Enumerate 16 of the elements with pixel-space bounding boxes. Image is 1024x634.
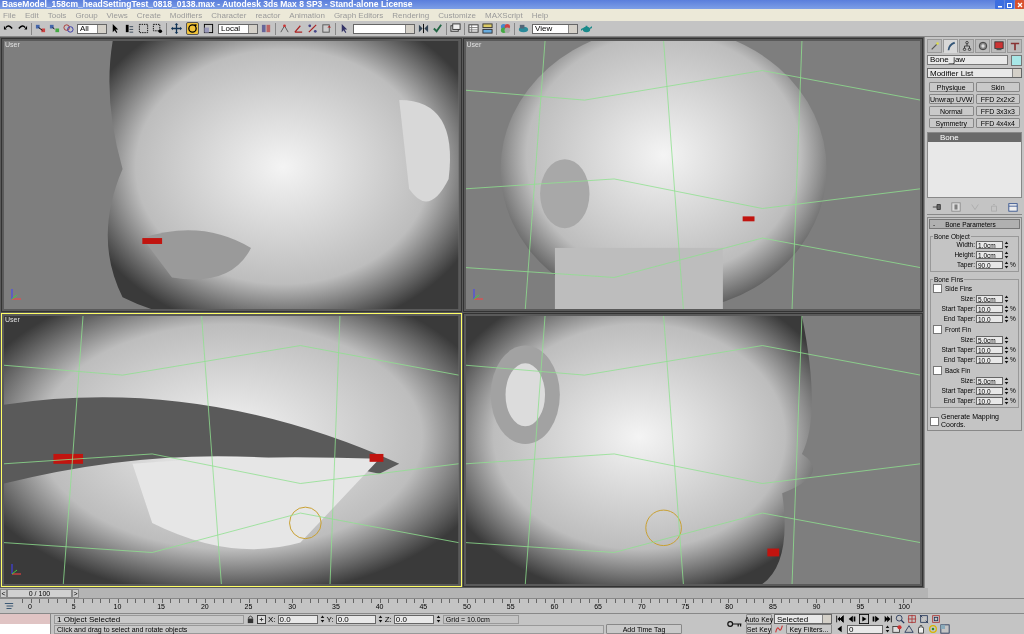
coordinate-label: Z: [384, 614, 392, 624]
coordinate-label: Y: [326, 614, 334, 624]
window-title: BaseModel_158cm_headSettingTest_0818_0138.max - Autodesk 3ds Max 8 SP3 - Stand-alone License [2, 0, 413, 9]
coordinate-field[interactable]: 0.0 [393, 614, 434, 624]
coordinate-system-dropdown[interactable]: Local [218, 23, 258, 34]
selection-status: 1 Object Selected [54, 614, 244, 624]
stack-item[interactable]: Bone [928, 133, 1021, 142]
modifier-list-dropdown[interactable]: Modifier List [927, 68, 1022, 78]
coordinate-label: X: [268, 614, 276, 624]
render-type-dropdown[interactable]: View [532, 23, 578, 34]
selection-filter-dropdown[interactable]: All [77, 23, 107, 34]
coordinate-field[interactable]: 0.0 [277, 614, 318, 624]
key-mode-dropdown[interactable]: Selected [774, 614, 832, 624]
object-name-field[interactable]: Bone_jaw [927, 55, 1008, 65]
current-frame-field[interactable]: 0 [847, 624, 883, 634]
coordinate-field[interactable]: 0.0 [335, 614, 376, 624]
